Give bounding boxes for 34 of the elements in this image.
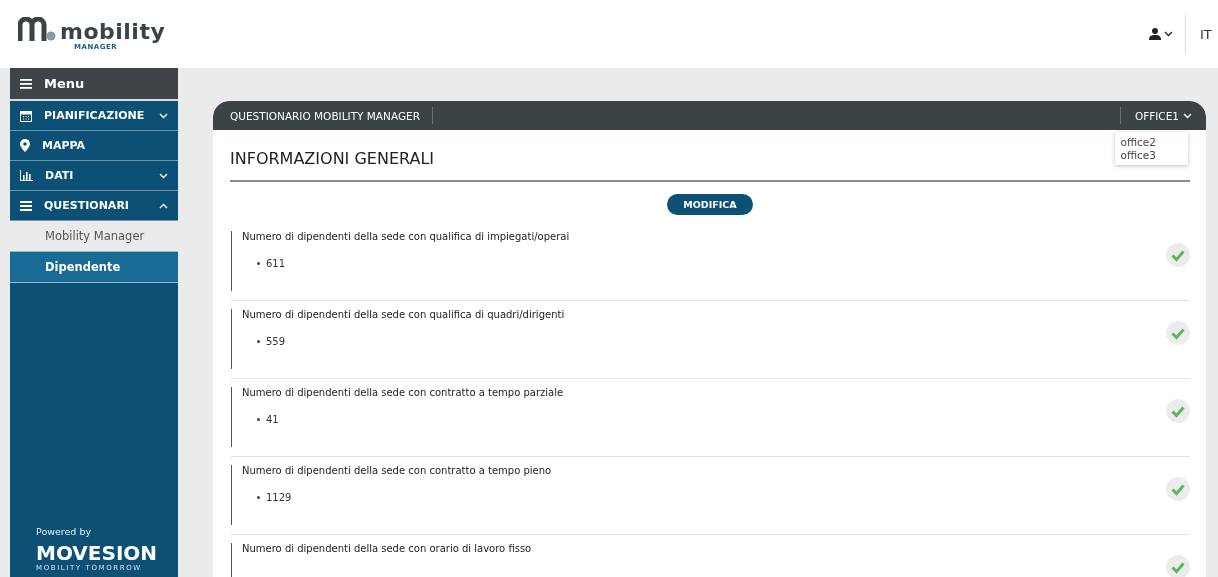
question-text: Numero di dipendenti della sede con qualifica di quadri/dirigenti — [242, 309, 566, 320]
logo-icon — [18, 17, 56, 43]
powered-by-text: Powered by — [36, 526, 93, 537]
logo-text: mobility — [60, 21, 166, 43]
calendar-icon — [20, 109, 32, 122]
bullet-icon — [257, 418, 260, 421]
map-pin-icon — [20, 139, 30, 152]
chevron-icon — [1183, 112, 1192, 119]
answer-text: 611 — [266, 258, 286, 269]
answer-text: 559 — [266, 336, 286, 347]
brand-logo-text: MOVESION — [36, 542, 158, 564]
answer-text: 41 — [266, 414, 279, 425]
menu-icon — [20, 78, 32, 89]
card-title: QUESTIONARIO MOBILITY MANAGER — [213, 107, 433, 124]
question-text: Numero di dipendenti della sede con orario di lavoro fisso — [242, 543, 533, 554]
bullet-icon — [257, 496, 260, 499]
sidebar-subitem[interactable]: Dipendente — [10, 252, 178, 283]
sidebar-subitem[interactable]: Mobility Manager — [10, 221, 178, 252]
edit-button[interactable]: MODIFICA — [667, 194, 753, 215]
list-icon — [20, 200, 32, 211]
menu-header[interactable]: Menu — [10, 68, 178, 101]
office-selector[interactable]: OFFICE1 — [1119, 107, 1206, 124]
bullet-icon — [257, 262, 260, 265]
user-icon — [1149, 28, 1161, 40]
question-text: Numero di dipendenti della sede con qualifica di impiegati/operai — [242, 231, 571, 242]
question-text: Numero di dipendenti della sede con contratto a tempo pieno — [242, 465, 553, 476]
bar-chart-icon — [20, 170, 33, 181]
answer-text: 1129 — [266, 492, 292, 503]
dropdown-option[interactable]: office2 — [1120, 136, 1156, 149]
bullet-icon — [257, 340, 260, 343]
question-text: Numero di dipendenti della sede con contratto a tempo parziale — [242, 387, 565, 398]
chevron-icon — [1164, 31, 1173, 37]
language-selector[interactable]: IT — [1186, 26, 1218, 42]
dropdown-option[interactable]: office3 — [1120, 149, 1156, 162]
